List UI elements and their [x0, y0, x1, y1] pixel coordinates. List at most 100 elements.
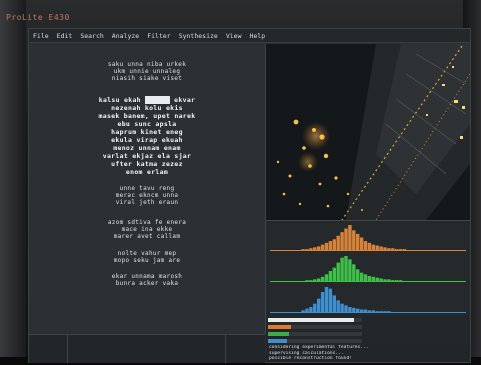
green-channel-bar [336, 262, 340, 281]
orange-channel-bar [332, 239, 336, 250]
status-cell [67, 335, 226, 363]
app-screen: File Edit Search Analyze Filter Synthesi… [28, 28, 471, 363]
orange-channel-bar [402, 249, 407, 250]
blue-channel-bar [320, 292, 325, 312]
text-line: mace ina ekke [121, 226, 173, 233]
blue-channel-bar [328, 288, 333, 312]
blue-channel-bar [359, 309, 364, 312]
orange-channel-bar [356, 233, 360, 250]
orange-channel-bar [309, 248, 313, 250]
blue-channel-bar [367, 310, 372, 312]
green-channel-bar [313, 279, 317, 281]
text-line: merac ekncm unna [115, 192, 179, 199]
status-line: possible reconstruction found! [269, 356, 352, 362]
green-channel-bar [359, 272, 364, 281]
night-scene-image [266, 44, 470, 220]
text-line-highlighted: kalsu ekah xxxx ekvar [29, 96, 265, 104]
histogram-orange-plot [270, 225, 466, 251]
white-progress-fill [268, 318, 355, 322]
orange-channel-bar [391, 248, 395, 250]
green-channel-bar [371, 276, 375, 281]
blue-channel-bar [336, 300, 340, 312]
text-line: unne tavu reng [119, 185, 175, 192]
text-fragment: ekvar [169, 96, 196, 104]
text-line: nolte vahur mep [117, 250, 177, 257]
image-viewer[interactable] [266, 44, 470, 220]
orange-channel-bar [305, 249, 309, 250]
menu-help[interactable]: Help [249, 29, 265, 42]
histogram-panel [266, 220, 470, 316]
blue-channel-bar [344, 305, 348, 312]
green-channel-bar [340, 257, 344, 281]
blue-channel-bar [332, 295, 336, 312]
text-line: ukm unnie unnaleg [113, 68, 181, 75]
orange-channel-bar [375, 245, 379, 250]
orange-channel-bar [340, 232, 344, 250]
text-block-3: unne tavu reng merac ekncm unna viral je… [29, 185, 265, 206]
histogram-green-plot [270, 256, 466, 282]
text-block-6: ekar unnama marosh bunra acker vaka [29, 273, 265, 287]
status-cell [29, 335, 68, 363]
status-bar-cells [29, 334, 265, 363]
orange-channel-bar [320, 244, 325, 250]
green-channel-bar [379, 278, 383, 281]
text-line: bunra acker vaka [115, 280, 179, 287]
orange-channel-bar [336, 235, 340, 250]
green-channel-bar [317, 278, 321, 281]
menu-bar: File Edit Search Analyze Filter Synthesi… [29, 29, 470, 43]
status-log: considering experimental features... sup… [266, 345, 470, 362]
orange-channel-bar [387, 248, 391, 250]
menu-search[interactable]: Search [80, 29, 103, 42]
text-line: ufter katma zezez [111, 160, 183, 168]
progress-track [268, 339, 362, 343]
window-title: ProLite E430 [6, 13, 70, 22]
orange-channel-bar [344, 228, 348, 250]
histogram-blue-plot [270, 287, 466, 313]
orange-channel-bar [301, 249, 305, 250]
green-channel-bar [332, 267, 336, 281]
blue-channel-bar [301, 310, 305, 312]
text-block-2: kalsu ekah xxxx ekvar nezenah kolu ekis … [29, 96, 265, 176]
menu-view[interactable]: View [226, 29, 242, 42]
text-panel: saku unna niba urkek ukm unnie unnaleg n… [29, 44, 266, 334]
orange-channel-bar [317, 246, 321, 250]
progress-panel [266, 315, 470, 345]
orange-channel-bar [395, 249, 399, 250]
green-channel-bar [387, 279, 391, 281]
orange-channel-bar [363, 241, 368, 250]
blue-channel-bar [340, 303, 344, 312]
green-channel-bar [305, 280, 309, 281]
text-line: marer avet callam [113, 233, 181, 240]
text-line: ebu sunc apsla [117, 120, 177, 128]
blue-channel-bar [313, 303, 317, 312]
blue-channel-bar [305, 308, 309, 312]
menu-synthesize[interactable]: Synthesize [179, 29, 218, 42]
selection-highlight[interactable]: xxxx [145, 96, 170, 104]
blue-channel-bar [383, 311, 387, 312]
blue-channel-bar [309, 307, 313, 312]
blue-channel-bar [379, 311, 383, 312]
orange-channel-bar [324, 242, 329, 250]
menu-filter[interactable]: Filter [147, 29, 170, 42]
menu-analyze[interactable]: Analyze [112, 29, 139, 42]
green-channel-bar [391, 280, 395, 281]
green-channel-bar [395, 280, 399, 281]
progress-track [268, 332, 362, 336]
green-channel-bar [367, 276, 372, 281]
text-block-4: azom sdtiva fe enera mace ina ekke marer… [29, 219, 265, 240]
orange-channel-bar [383, 247, 387, 250]
green-channel-bar [398, 280, 403, 281]
text-line: menoz unnam enam [113, 144, 181, 152]
text-line: ekula virap ekuah [111, 136, 183, 144]
blue-channel-bar [371, 310, 375, 312]
text-line: saku unna niba urkek [107, 61, 187, 68]
text-line: masek banem, upet narek [98, 112, 196, 120]
blue-channel-bar [324, 287, 329, 312]
menu-file[interactable]: File [33, 29, 49, 42]
blue-channel-bar [348, 307, 352, 312]
blue-progress-fill [268, 339, 287, 343]
blue-channel-bar [387, 311, 391, 312]
orange-channel-bar [313, 247, 317, 250]
text-block-1: saku unna niba urkek ukm unnie unnaleg n… [29, 61, 265, 82]
menu-edit[interactable]: Edit [57, 29, 73, 42]
